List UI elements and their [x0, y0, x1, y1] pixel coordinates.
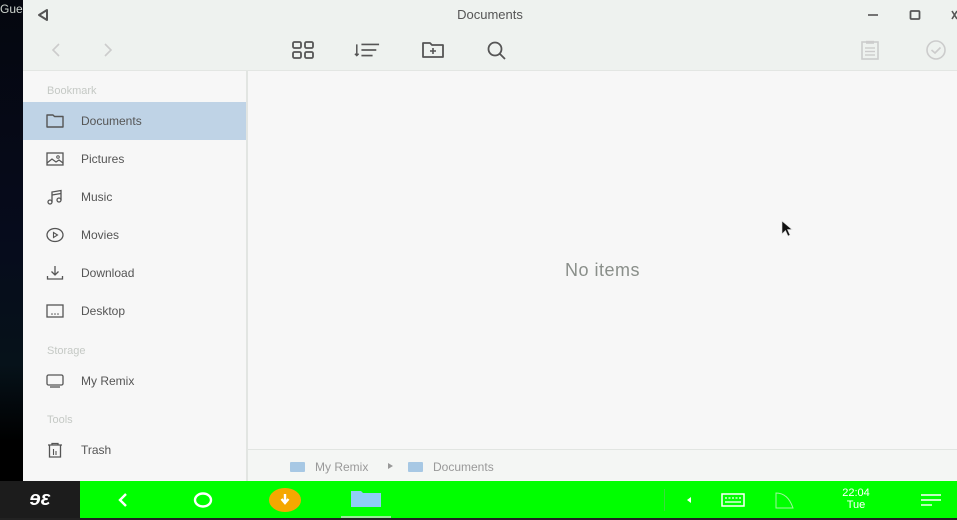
file-manager-window: Documents Bookmark Documents Pictures Mu… — [23, 0, 957, 482]
sidebar-item-pictures[interactable]: Pictures — [23, 140, 246, 178]
sidebar: Bookmark Documents Pictures Music Movies… — [23, 71, 248, 481]
breadcrumb-label: My Remix — [315, 460, 369, 474]
clock[interactable]: 22:04 Tue — [830, 487, 882, 511]
sidebar-item-label: Pictures — [81, 152, 125, 166]
sidebar-item-movies[interactable]: Movies — [23, 216, 246, 254]
sidebar-item-label: Trash — [81, 443, 112, 457]
trash-icon — [48, 442, 62, 458]
sort-icon — [354, 43, 380, 57]
sidebar-item-desktop[interactable]: Desktop — [23, 292, 246, 330]
download-app-button[interactable] — [268, 481, 302, 518]
signal-button[interactable] — [770, 481, 798, 518]
keyboard-button[interactable] — [718, 481, 748, 518]
sidebar-item-label: Download — [81, 266, 135, 280]
sidebar-item-label: My Remix — [81, 374, 135, 388]
chevron-right-icon — [104, 43, 113, 57]
properties-button[interactable] — [857, 38, 883, 62]
breadcrumb-documents[interactable]: Documents — [408, 460, 494, 474]
home-circle-icon — [193, 491, 213, 508]
notifications-menu-button[interactable] — [918, 481, 944, 518]
keyboard-icon — [721, 492, 745, 507]
back-icon — [118, 492, 127, 507]
sidebar-item-label: Movies — [81, 228, 120, 242]
mouse-cursor-icon — [781, 220, 793, 237]
forward-button[interactable] — [95, 38, 121, 62]
image-icon — [46, 152, 64, 166]
download-arrow-icon — [269, 487, 301, 512]
breadcrumb-label: Documents — [433, 460, 494, 474]
section-label-tools: Tools — [47, 414, 73, 426]
monitor-icon — [46, 374, 64, 388]
file-manager-app-button[interactable] — [341, 481, 391, 518]
sort-button[interactable] — [354, 38, 380, 62]
menu-lines-icon — [921, 493, 941, 506]
breadcrumb-my-remix[interactable]: My Remix — [290, 460, 368, 474]
path-bar: My Remix Documents — [248, 449, 957, 482]
sidebar-item-trash[interactable]: Trash — [23, 431, 246, 469]
select-button[interactable] — [923, 38, 949, 62]
taskbar: ɘɛ 22:04 Tue — [0, 481, 957, 520]
taskbar-divider — [664, 489, 665, 511]
nav-home-button[interactable] — [190, 481, 216, 518]
clock-day: Tue — [846, 499, 866, 511]
grid-view-icon — [292, 41, 314, 59]
maximize-icon[interactable] — [906, 6, 924, 24]
window-title: Documents — [457, 7, 523, 22]
search-button[interactable] — [484, 38, 510, 62]
sidebar-item-my-remix[interactable]: My Remix — [23, 362, 246, 400]
caret-left-icon — [687, 496, 691, 503]
breadcrumb-separator-icon — [388, 463, 393, 469]
folder-icon — [46, 114, 64, 128]
sidebar-item-label: Desktop — [81, 304, 126, 318]
sidebar-item-documents[interactable]: Documents — [23, 102, 246, 140]
new-folder-button[interactable] — [420, 38, 446, 62]
back-button[interactable] — [43, 38, 69, 62]
clock-time: 22:04 — [842, 487, 870, 499]
file-list-area[interactable]: No items — [248, 71, 957, 449]
section-label-storage: Storage — [47, 345, 86, 357]
signal-icon — [775, 491, 794, 508]
sidebar-item-label: Music — [81, 190, 113, 204]
close-icon[interactable] — [948, 6, 957, 24]
play-circle-icon — [46, 227, 64, 243]
sidebar-item-label: Documents — [81, 114, 142, 128]
sidebar-item-download[interactable]: Download — [23, 254, 246, 292]
nav-back-button[interactable] — [110, 481, 136, 518]
launcher-button[interactable]: ɘɛ — [0, 481, 80, 518]
clipboard-icon — [861, 40, 879, 60]
download-icon — [46, 266, 64, 280]
launcher-logo: ɘɛ — [29, 488, 51, 510]
tray-expand-button[interactable] — [682, 481, 696, 518]
folder-app-icon — [351, 490, 381, 507]
empty-message: No items — [564, 260, 640, 280]
toolbar — [23, 30, 957, 71]
sidebar-item-music[interactable]: Music — [23, 178, 246, 216]
search-icon — [487, 41, 506, 60]
folder-icon — [290, 462, 305, 472]
section-label-bookmark: Bookmark — [47, 85, 97, 97]
check-circle-icon — [926, 40, 946, 60]
chevron-left-icon — [51, 43, 60, 57]
desktop-icon — [46, 304, 64, 318]
new-folder-icon — [422, 42, 444, 58]
music-icon — [47, 189, 62, 205]
view-toggle-button[interactable] — [290, 38, 316, 62]
folder-icon — [408, 462, 423, 472]
minimize-icon[interactable] — [864, 6, 882, 24]
title-bar: Documents — [23, 0, 957, 30]
